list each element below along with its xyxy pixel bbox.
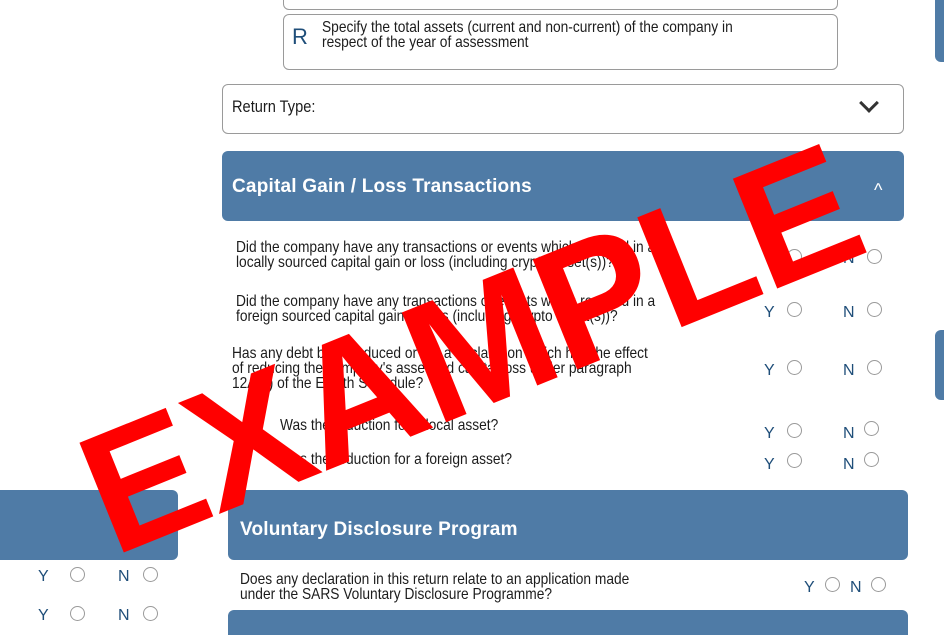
yes-label: Y <box>38 607 49 624</box>
field-marker: R <box>292 24 308 49</box>
no-label: N <box>118 607 130 624</box>
vdp-yes-radio[interactable] <box>825 577 840 592</box>
no-label: N <box>843 250 855 267</box>
subquestion-foreign-asset: Was the reduction for a foreign asset? <box>280 451 513 468</box>
question-local-capital-gain: Did the company have any transactions or… <box>236 239 656 271</box>
capital-gain-section-title: Capital Gain / Loss Transactions <box>232 176 532 197</box>
right-section-tab[interactable] <box>935 330 944 400</box>
no-label: N <box>843 362 855 379</box>
q2-yes-radio[interactable] <box>787 302 802 317</box>
previous-field-box <box>283 0 838 10</box>
left-row1-no-radio[interactable] <box>143 567 158 582</box>
yes-label: Y <box>804 579 815 596</box>
subquestion-local-asset: Was the reduction for a local asset? <box>280 417 499 434</box>
collapse-caret-icon[interactable]: ^ <box>150 520 158 541</box>
left-row2-yes-radio[interactable] <box>70 606 85 621</box>
return-type-label: Return Type: <box>232 97 316 116</box>
sq2-yes-radio[interactable] <box>787 453 802 468</box>
collapse-caret-icon[interactable]: ^ <box>874 180 882 201</box>
question-voluntary-disclosure: Does any declaration in this return rela… <box>240 571 630 603</box>
total-assets-label: Specify the total assets (current and no… <box>322 19 733 51</box>
q3-no-radio[interactable] <box>867 360 882 375</box>
voluntary-disclosure-section-title: Voluntary Disclosure Program <box>240 519 518 540</box>
no-label: N <box>843 425 855 442</box>
yes-label: Y <box>764 456 775 473</box>
q1-no-radio[interactable] <box>867 249 882 264</box>
return-type-select[interactable] <box>222 84 904 134</box>
no-label: N <box>850 579 862 596</box>
no-label: N <box>843 456 855 473</box>
question-debt-reduction: Has any debt been reduced or not a decla… <box>232 345 648 392</box>
q1-yes-radio[interactable] <box>787 249 802 264</box>
left-row2-no-radio[interactable] <box>143 606 158 621</box>
left-row1-yes-radio[interactable] <box>70 567 85 582</box>
sq1-yes-radio[interactable] <box>787 423 802 438</box>
sq2-no-radio[interactable] <box>864 452 879 467</box>
right-section-tab[interactable] <box>935 0 944 62</box>
question-foreign-capital-gain: Did the company have any transactions or… <box>236 293 656 325</box>
no-label: N <box>118 568 130 585</box>
yes-label: Y <box>764 425 775 442</box>
q3-yes-radio[interactable] <box>787 360 802 375</box>
q2-no-radio[interactable] <box>867 302 882 317</box>
vdp-no-radio[interactable] <box>871 577 886 592</box>
yes-label: Y <box>764 250 775 267</box>
yes-label: Y <box>764 362 775 379</box>
sq1-no-radio[interactable] <box>864 421 879 436</box>
next-section-header[interactable] <box>228 610 908 635</box>
no-label: N <box>843 304 855 321</box>
yes-label: Y <box>764 304 775 321</box>
yes-label: Y <box>38 568 49 585</box>
